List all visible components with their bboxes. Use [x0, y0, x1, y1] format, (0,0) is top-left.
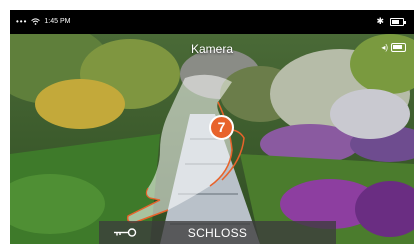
- unlock-button[interactable]: SCHLOSS: [99, 226, 336, 240]
- lock-bar[interactable]: SCHLOSS: [99, 221, 336, 244]
- device-screen: ••• 1:45 PM ✱ Kamera ◂) 7 SCHLOSS: [10, 10, 414, 244]
- step-number-badge: 7: [209, 115, 234, 140]
